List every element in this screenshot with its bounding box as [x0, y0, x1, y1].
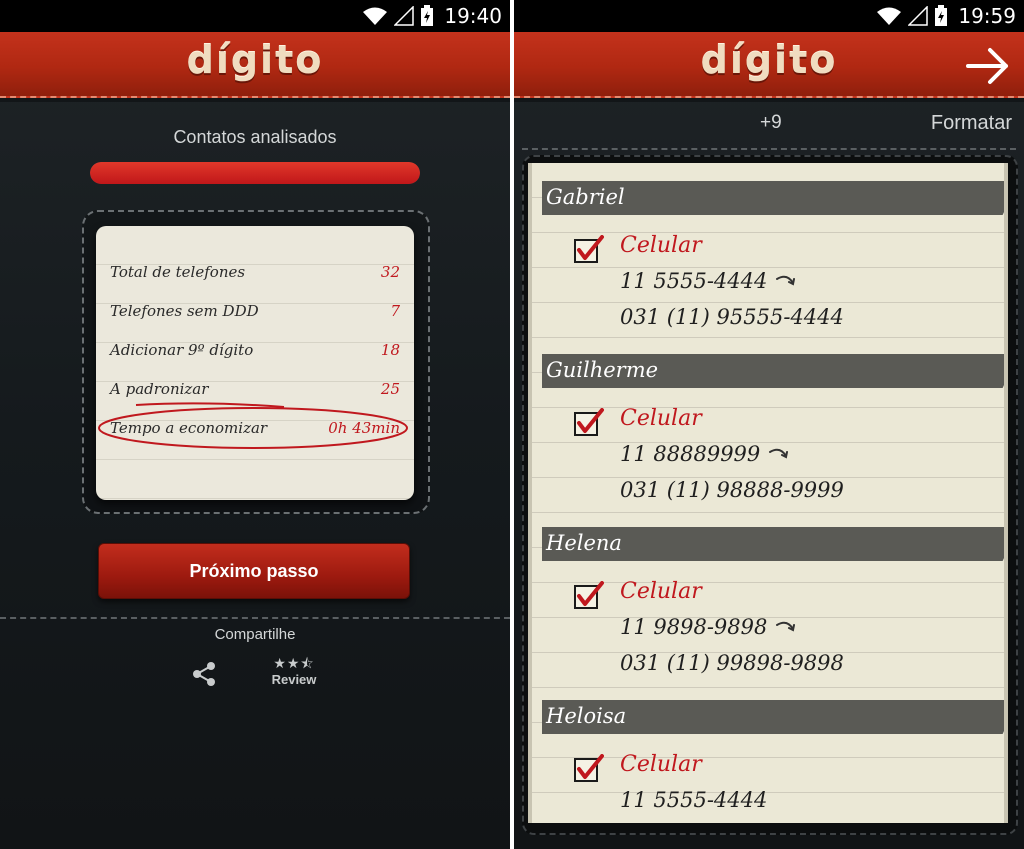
review-button[interactable]: ★★⯪ Review: [262, 656, 326, 692]
status-bar: 19:40: [0, 0, 510, 32]
stat-total-phones: Total de telefones 32: [110, 252, 400, 291]
stat-value: 25: [380, 379, 400, 398]
checkbox-checked-icon[interactable]: [574, 754, 604, 784]
phone-type: Celular: [620, 752, 702, 777]
status-icons: 19:59: [876, 4, 1016, 28]
curved-arrow-icon: [776, 621, 796, 632]
curved-arrow-icon: [769, 448, 789, 459]
cell-signal-icon: [908, 6, 929, 26]
divider: [0, 617, 510, 619]
contacts-toolbar: +9 Formatar: [522, 100, 1016, 150]
phone-old-number: 11 5555-4444: [620, 788, 767, 812]
stat-phones-without-ddd: Telefones sem DDD 7: [110, 291, 400, 330]
clock: 19:59: [958, 4, 1016, 28]
phone-new-number: 031 (11) 99898-9898: [620, 651, 844, 675]
phone-new-number: 031 (11) 98888-9999: [620, 478, 844, 502]
stat-label: A padronizar: [110, 379, 209, 398]
stat-value: 32: [380, 262, 400, 281]
checkbox-checked-icon[interactable]: [574, 235, 604, 265]
status-bar: 19:59: [514, 0, 1024, 32]
stat-value: 7: [390, 301, 400, 320]
contact-item: Helena Celular 11 9898-9898 031 (11) 998…: [532, 509, 1004, 682]
contact-item: Heloisa Celular 11 5555-4444: [532, 682, 1004, 823]
app-bar: dígito: [0, 32, 510, 102]
contact-item: Guilherme Celular 11 88889999 031 (11) 9…: [532, 336, 1004, 509]
stat-label: Telefones sem DDD: [110, 301, 259, 320]
wifi-icon: [877, 7, 902, 25]
share-label: Compartilhe: [214, 626, 296, 643]
phone-old-number: 11 5555-4444: [620, 269, 797, 293]
phone-type: Celular: [620, 233, 702, 258]
status-icons: 19:40: [362, 4, 502, 28]
analysis-progress-fill: [90, 162, 420, 184]
star-rating-icon: ★★⯪: [273, 656, 315, 672]
cell-signal-icon: [394, 6, 415, 26]
old-number-text: 11 88889999: [620, 442, 761, 466]
contacts-screen: 19:59 dígito +9 Formatar Gabriel Celular…: [514, 0, 1024, 849]
stat-value: 18: [380, 340, 400, 359]
old-number-text: 11 5555-4444: [620, 269, 768, 293]
phone-old-number: 11 88889999: [620, 442, 790, 466]
stat-label: Total de telefones: [110, 262, 246, 281]
phone-type: Celular: [620, 579, 702, 604]
stat-to-standardize: A padronizar 25: [110, 369, 400, 408]
contact-name: Heloisa: [546, 704, 627, 728]
phone-type: Celular: [620, 406, 702, 431]
analysis-screen: 19:40 dígito Contatos analisados Total d…: [0, 0, 510, 849]
share-icon[interactable]: [190, 660, 218, 688]
contact-name: Helena: [546, 531, 622, 555]
stat-label: Tempo a economizar: [110, 418, 268, 437]
contact-item: Gabriel Celular 11 5555-4444 031 (11) 95…: [532, 163, 1004, 336]
analysis-progress-bar: [90, 162, 420, 184]
app-logo: dígito: [700, 38, 838, 82]
stat-label: Adicionar 9º dígito: [110, 340, 254, 359]
contact-name: Gabriel: [546, 185, 625, 209]
clock: 19:40: [444, 4, 502, 28]
checkbox-checked-icon[interactable]: [574, 581, 604, 611]
arrow-right-icon[interactable]: [964, 42, 1012, 90]
battery-charging-icon: [935, 5, 948, 26]
stat-add-ninth-digit: Adicionar 9º dígito 18: [110, 330, 400, 369]
old-number-text: 11 9898-9898: [620, 615, 768, 639]
next-step-button[interactable]: Próximo passo: [98, 543, 410, 599]
wifi-icon: [363, 7, 388, 25]
phone-new-number: 031 (11) 95555-4444: [620, 305, 844, 329]
app-bar: dígito: [514, 32, 1024, 102]
summary-card: Total de telefones 32 Telefones sem DDD …: [96, 226, 414, 500]
app-logo: dígito: [186, 38, 324, 82]
remaining-count: +9: [760, 112, 782, 133]
stat-value: 0h 43min: [328, 418, 400, 437]
review-label: Review: [271, 672, 317, 687]
curved-arrow-icon: [776, 275, 796, 286]
contact-name: Guilherme: [546, 358, 659, 382]
stat-time-saved: Tempo a economizar 0h 43min: [110, 408, 400, 447]
format-button[interactable]: Formatar: [931, 112, 1012, 135]
phone-old-number: 11 9898-9898: [620, 615, 797, 639]
checkbox-checked-icon[interactable]: [574, 408, 604, 438]
old-number-text: 11 5555-4444: [620, 788, 768, 812]
contacts-list: Gabriel Celular 11 5555-4444 031 (11) 95…: [528, 163, 1008, 823]
battery-charging-icon: [421, 5, 434, 26]
analysis-title: Contatos analisados: [173, 127, 337, 147]
